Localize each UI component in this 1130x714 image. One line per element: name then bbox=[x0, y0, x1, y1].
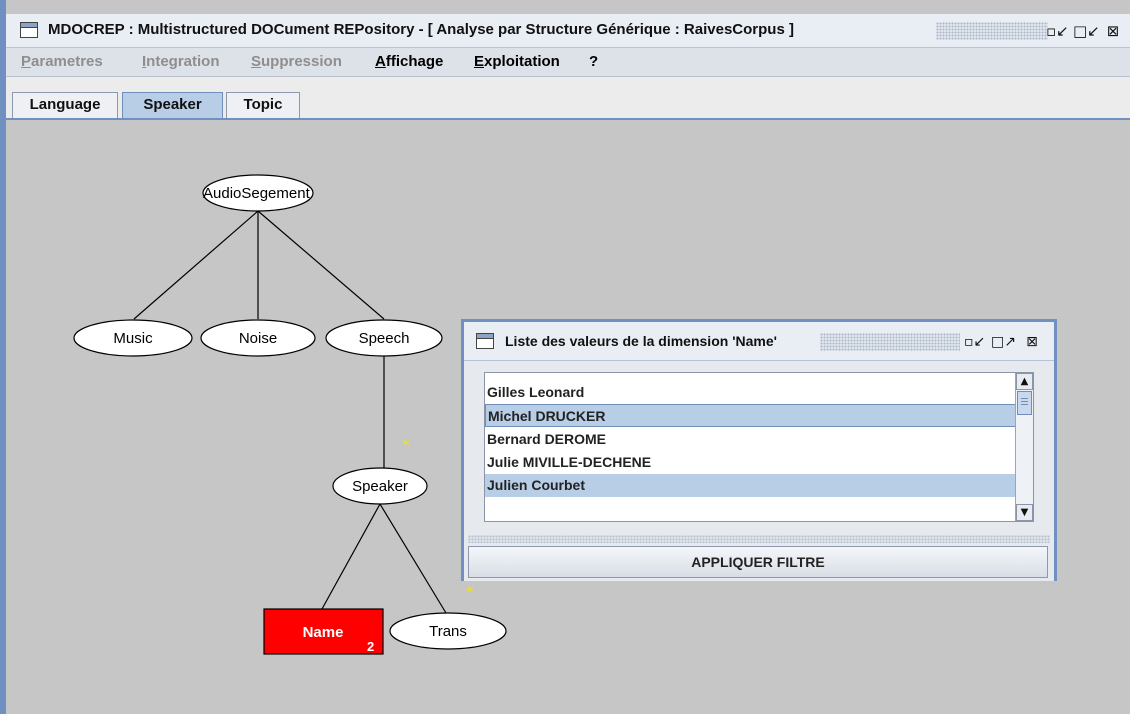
title-bar[interactable]: MDOCREP : Multistructured DOCument REPos… bbox=[6, 14, 1130, 48]
tree-node-speech[interactable]: Speech bbox=[325, 319, 443, 357]
list-item[interactable]: Julien Courbet bbox=[485, 474, 1017, 497]
node-name-count-badge: 2 bbox=[367, 639, 374, 654]
tree-node-root[interactable]: AudioSegement bbox=[202, 174, 314, 212]
scroll-thumb[interactable] bbox=[1017, 391, 1032, 415]
main-window: MDOCREP : Multistructured DOCument REPos… bbox=[0, 0, 1130, 714]
value-list[interactable]: Gilles Leonard Michel DRUCKER Bernard DE… bbox=[484, 372, 1034, 522]
tree-node-music[interactable]: Music bbox=[73, 319, 193, 357]
tree-edges bbox=[133, 210, 447, 614]
filter-close-icon[interactable]: ⊠ bbox=[1022, 332, 1042, 352]
close-icon[interactable]: ⊠ bbox=[1103, 21, 1123, 41]
apply-filter-button[interactable]: APPLIQUER FILTRE bbox=[468, 546, 1048, 578]
scroll-grip bbox=[1021, 398, 1028, 406]
list-item[interactable]: Michel DRUCKER bbox=[485, 404, 1017, 427]
node-music-label: Music bbox=[113, 330, 153, 347]
tab-topic[interactable]: Topic bbox=[226, 92, 300, 118]
node-speech-label: Speech bbox=[359, 330, 410, 347]
list-item[interactable]: Bernard DEROME bbox=[485, 428, 1017, 451]
tree-node-noise[interactable]: Noise bbox=[200, 319, 316, 357]
filter-window-title: Liste des valeurs de la dimension 'Name' bbox=[505, 333, 777, 349]
list-scrollbar[interactable]: ▲ ▼ bbox=[1015, 373, 1033, 521]
edge-root-music bbox=[133, 210, 259, 320]
menu-help[interactable]: ? bbox=[589, 53, 598, 70]
splitter-grip[interactable] bbox=[468, 535, 1050, 543]
node-trans-label: Trans bbox=[429, 623, 467, 640]
speaker-marker: * bbox=[402, 436, 410, 454]
menu-affichage[interactable]: Affichage bbox=[375, 53, 443, 70]
scroll-up-icon[interactable]: ▲ bbox=[1016, 373, 1033, 390]
restore-icon[interactable]: □↙ bbox=[1073, 21, 1100, 41]
tree-node-speaker[interactable]: Speaker bbox=[332, 467, 428, 505]
menu-bar: Parametres Integration Suppression Affic… bbox=[6, 48, 1130, 77]
window-title: MDOCREP : Multistructured DOCument REPos… bbox=[48, 21, 794, 38]
menu-suppression[interactable]: Suppression bbox=[251, 53, 342, 70]
menu-integration[interactable]: Integration bbox=[142, 53, 220, 70]
node-name-label: Name bbox=[303, 624, 344, 641]
tree-node-trans[interactable]: Trans bbox=[389, 612, 507, 650]
edge-root-speech bbox=[257, 210, 385, 320]
tab-language[interactable]: Language bbox=[12, 92, 118, 118]
window-icon bbox=[20, 22, 38, 38]
filter-window-icon bbox=[476, 333, 494, 349]
node-root-label: AudioSegement bbox=[203, 185, 311, 202]
value-filter-window: Liste des valeurs de la dimension 'Name'… bbox=[461, 319, 1057, 581]
menu-exploitation[interactable]: Exploitation bbox=[474, 53, 560, 70]
filter-maximize-icon[interactable]: □↗ bbox=[991, 332, 1016, 352]
tab-speaker[interactable]: Speaker bbox=[122, 92, 223, 118]
filter-window-body: Gilles Leonard Michel DRUCKER Bernard DE… bbox=[464, 361, 1054, 581]
menu-parametres[interactable]: Parametres bbox=[21, 53, 103, 70]
scroll-down-icon[interactable]: ▼ bbox=[1016, 504, 1033, 521]
title-bar-grip bbox=[936, 22, 1048, 40]
node-noise-label: Noise bbox=[239, 330, 277, 347]
filter-window-grip bbox=[820, 333, 960, 351]
edge-speaker-trans bbox=[379, 503, 447, 614]
filter-minimize-icon[interactable]: ▫↙ bbox=[964, 332, 985, 352]
tab-bar: Language Speaker Topic bbox=[6, 77, 1130, 120]
node-speaker-label: Speaker bbox=[352, 478, 408, 495]
minimize-icon[interactable]: ▫↙ bbox=[1046, 21, 1069, 41]
tree-node-name[interactable]: Name 2 bbox=[263, 608, 384, 655]
list-item[interactable]: Gilles Leonard bbox=[485, 381, 1017, 404]
edge-speaker-name bbox=[321, 503, 381, 610]
trans-marker: * bbox=[466, 583, 474, 601]
filter-window-title-bar[interactable]: Liste des valeurs de la dimension 'Name'… bbox=[464, 322, 1054, 361]
list-item[interactable]: Julie MIVILLE-DECHENE bbox=[485, 451, 1017, 474]
